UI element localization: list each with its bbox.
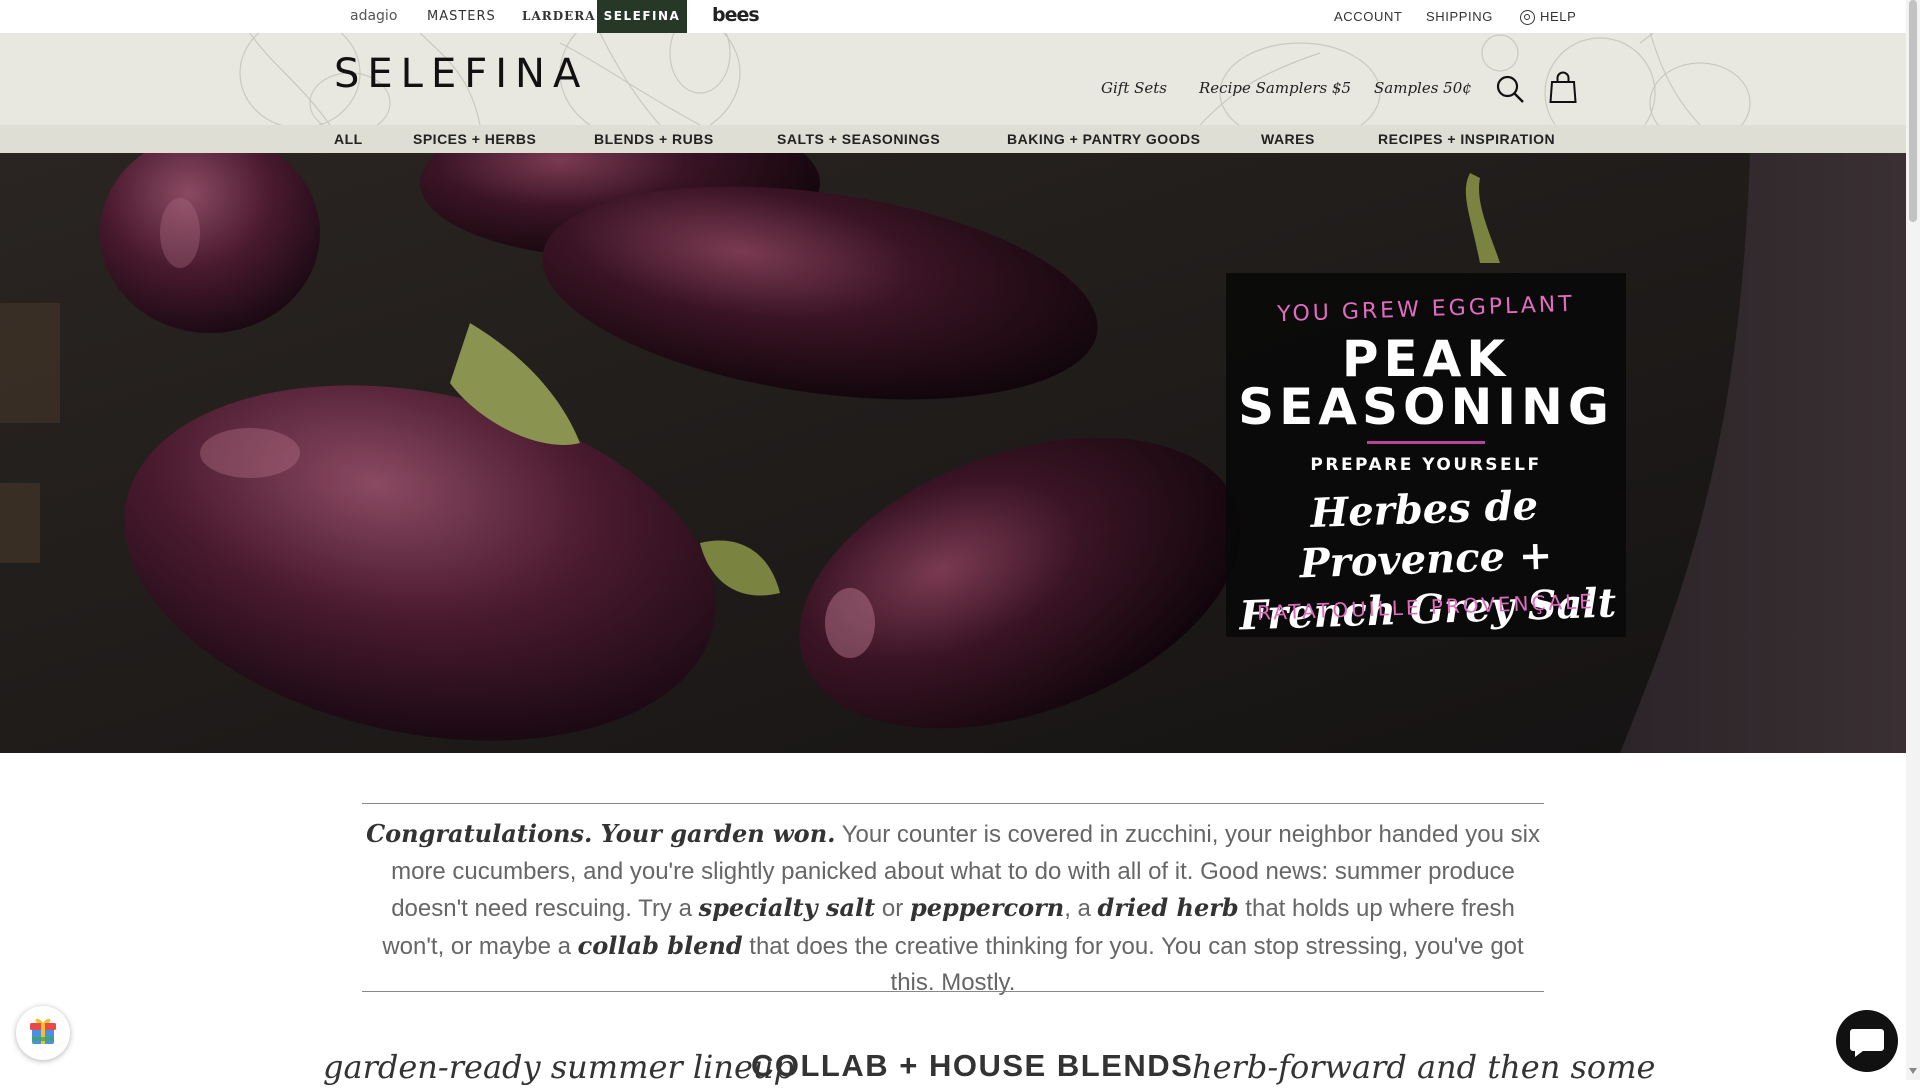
intro-link-collab-blend[interactable]: collab blend xyxy=(578,931,743,960)
brand-link-selefina[interactable]: SELEFINA xyxy=(597,0,687,33)
nav-item-all[interactable]: ALL xyxy=(334,125,363,153)
header-botanical-illustration xyxy=(239,33,1751,125)
brand-bar: adagio MASTERS LARDERA SELEFINA bees ACC… xyxy=(0,0,1906,33)
intro-link-dried-herb[interactable]: dried herb xyxy=(1098,893,1239,922)
scroll-down-arrow-icon[interactable] xyxy=(1909,1068,1917,1074)
help-icon xyxy=(1520,10,1535,25)
promo-title-line1: PEAK xyxy=(1341,330,1511,388)
site-logo[interactable]: SELEFINA xyxy=(334,51,588,97)
category-nav: ALL SPICES + HERBS BLENDS + RUBS SALTS +… xyxy=(0,125,1906,153)
promo-kicker: YOU GREW EGGPLANT xyxy=(1276,291,1576,328)
page-scrollbar[interactable] xyxy=(1906,0,1920,1080)
intro-text: that does the creative thinking for you.… xyxy=(742,932,1524,997)
nav-item-blends-rubs[interactable]: BLENDS + RUBS xyxy=(594,125,714,153)
promo-title: PEAK SEASONING xyxy=(1226,330,1626,436)
chat-button[interactable] xyxy=(1836,1010,1898,1072)
help-link[interactable]: HELP xyxy=(1520,0,1576,33)
promo-subtitle: PREPARE YOURSELF xyxy=(1310,455,1542,475)
promo-divider xyxy=(1367,441,1485,444)
account-link[interactable]: ACCOUNT xyxy=(1334,0,1402,33)
shopping-bag-icon[interactable] xyxy=(1549,71,1577,103)
chat-bubble-icon xyxy=(1850,1029,1884,1057)
brand-link-adagio[interactable]: adagio xyxy=(350,0,397,33)
nav-item-salts-seasonings[interactable]: SALTS + SEASONINGS xyxy=(777,125,940,153)
promo-title-line2: SEASONING xyxy=(1238,378,1614,436)
nav-item-wares[interactable]: WARES xyxy=(1261,125,1315,153)
intro-paragraph: Congratulations. Your garden won. Your c… xyxy=(362,816,1544,1002)
scrollbar-thumb[interactable] xyxy=(1909,0,1917,222)
gift-sets-link[interactable]: Gift Sets xyxy=(1101,79,1167,97)
help-label: HELP xyxy=(1540,9,1577,24)
gift-box-icon xyxy=(30,1018,56,1044)
nav-item-recipes-inspiration[interactable]: RECIPES + INSPIRATION xyxy=(1378,125,1555,153)
intro-text: , a xyxy=(1064,895,1098,922)
intro-divider-bottom xyxy=(362,991,1544,992)
section-tab-herb-forward[interactable]: herb-forward and then some xyxy=(1192,1048,1655,1088)
search-icon[interactable] xyxy=(1496,75,1524,103)
brand-link-masters[interactable]: MASTERS xyxy=(427,0,496,33)
brand-link-bees[interactable]: bees xyxy=(712,0,760,33)
nav-item-spices-herbs[interactable]: SPICES + HERBS xyxy=(413,125,536,153)
promo-product-line1: Herbes de Provence + xyxy=(1298,482,1554,588)
section-tab-garden-lineup[interactable]: garden-ready summer lineup xyxy=(323,1048,794,1088)
recipe-samplers-link[interactable]: Recipe Samplers $5 xyxy=(1199,79,1351,97)
section-tab-collab-blends[interactable]: COLLAB + HOUSE BLENDS xyxy=(751,1048,1193,1088)
intro-text: or xyxy=(875,895,910,922)
intro-link-specialty-salt[interactable]: specialty salt xyxy=(699,893,876,922)
nav-item-baking-pantry[interactable]: BAKING + PANTRY GOODS xyxy=(1007,125,1200,153)
hero-promo-panel: YOU GREW EGGPLANT PEAK SEASONING PREPARE… xyxy=(1226,273,1626,640)
hero-banner[interactable]: YOU GREW EGGPLANT PEAK SEASONING PREPARE… xyxy=(0,153,1906,753)
intro-link-peppercorn[interactable]: peppercorn xyxy=(910,893,1064,922)
rewards-badge[interactable] xyxy=(16,1006,70,1060)
shipping-link[interactable]: SHIPPING xyxy=(1426,0,1493,33)
intro-lead: Congratulations. Your garden won. xyxy=(366,819,836,848)
intro-divider-top xyxy=(362,803,1544,804)
samples-link[interactable]: Samples 50¢ xyxy=(1374,79,1472,97)
brand-link-lardera[interactable]: LARDERA xyxy=(522,0,596,33)
site-header: SELEFINA Gift Sets Recipe Samplers $5 Sa… xyxy=(0,33,1906,125)
